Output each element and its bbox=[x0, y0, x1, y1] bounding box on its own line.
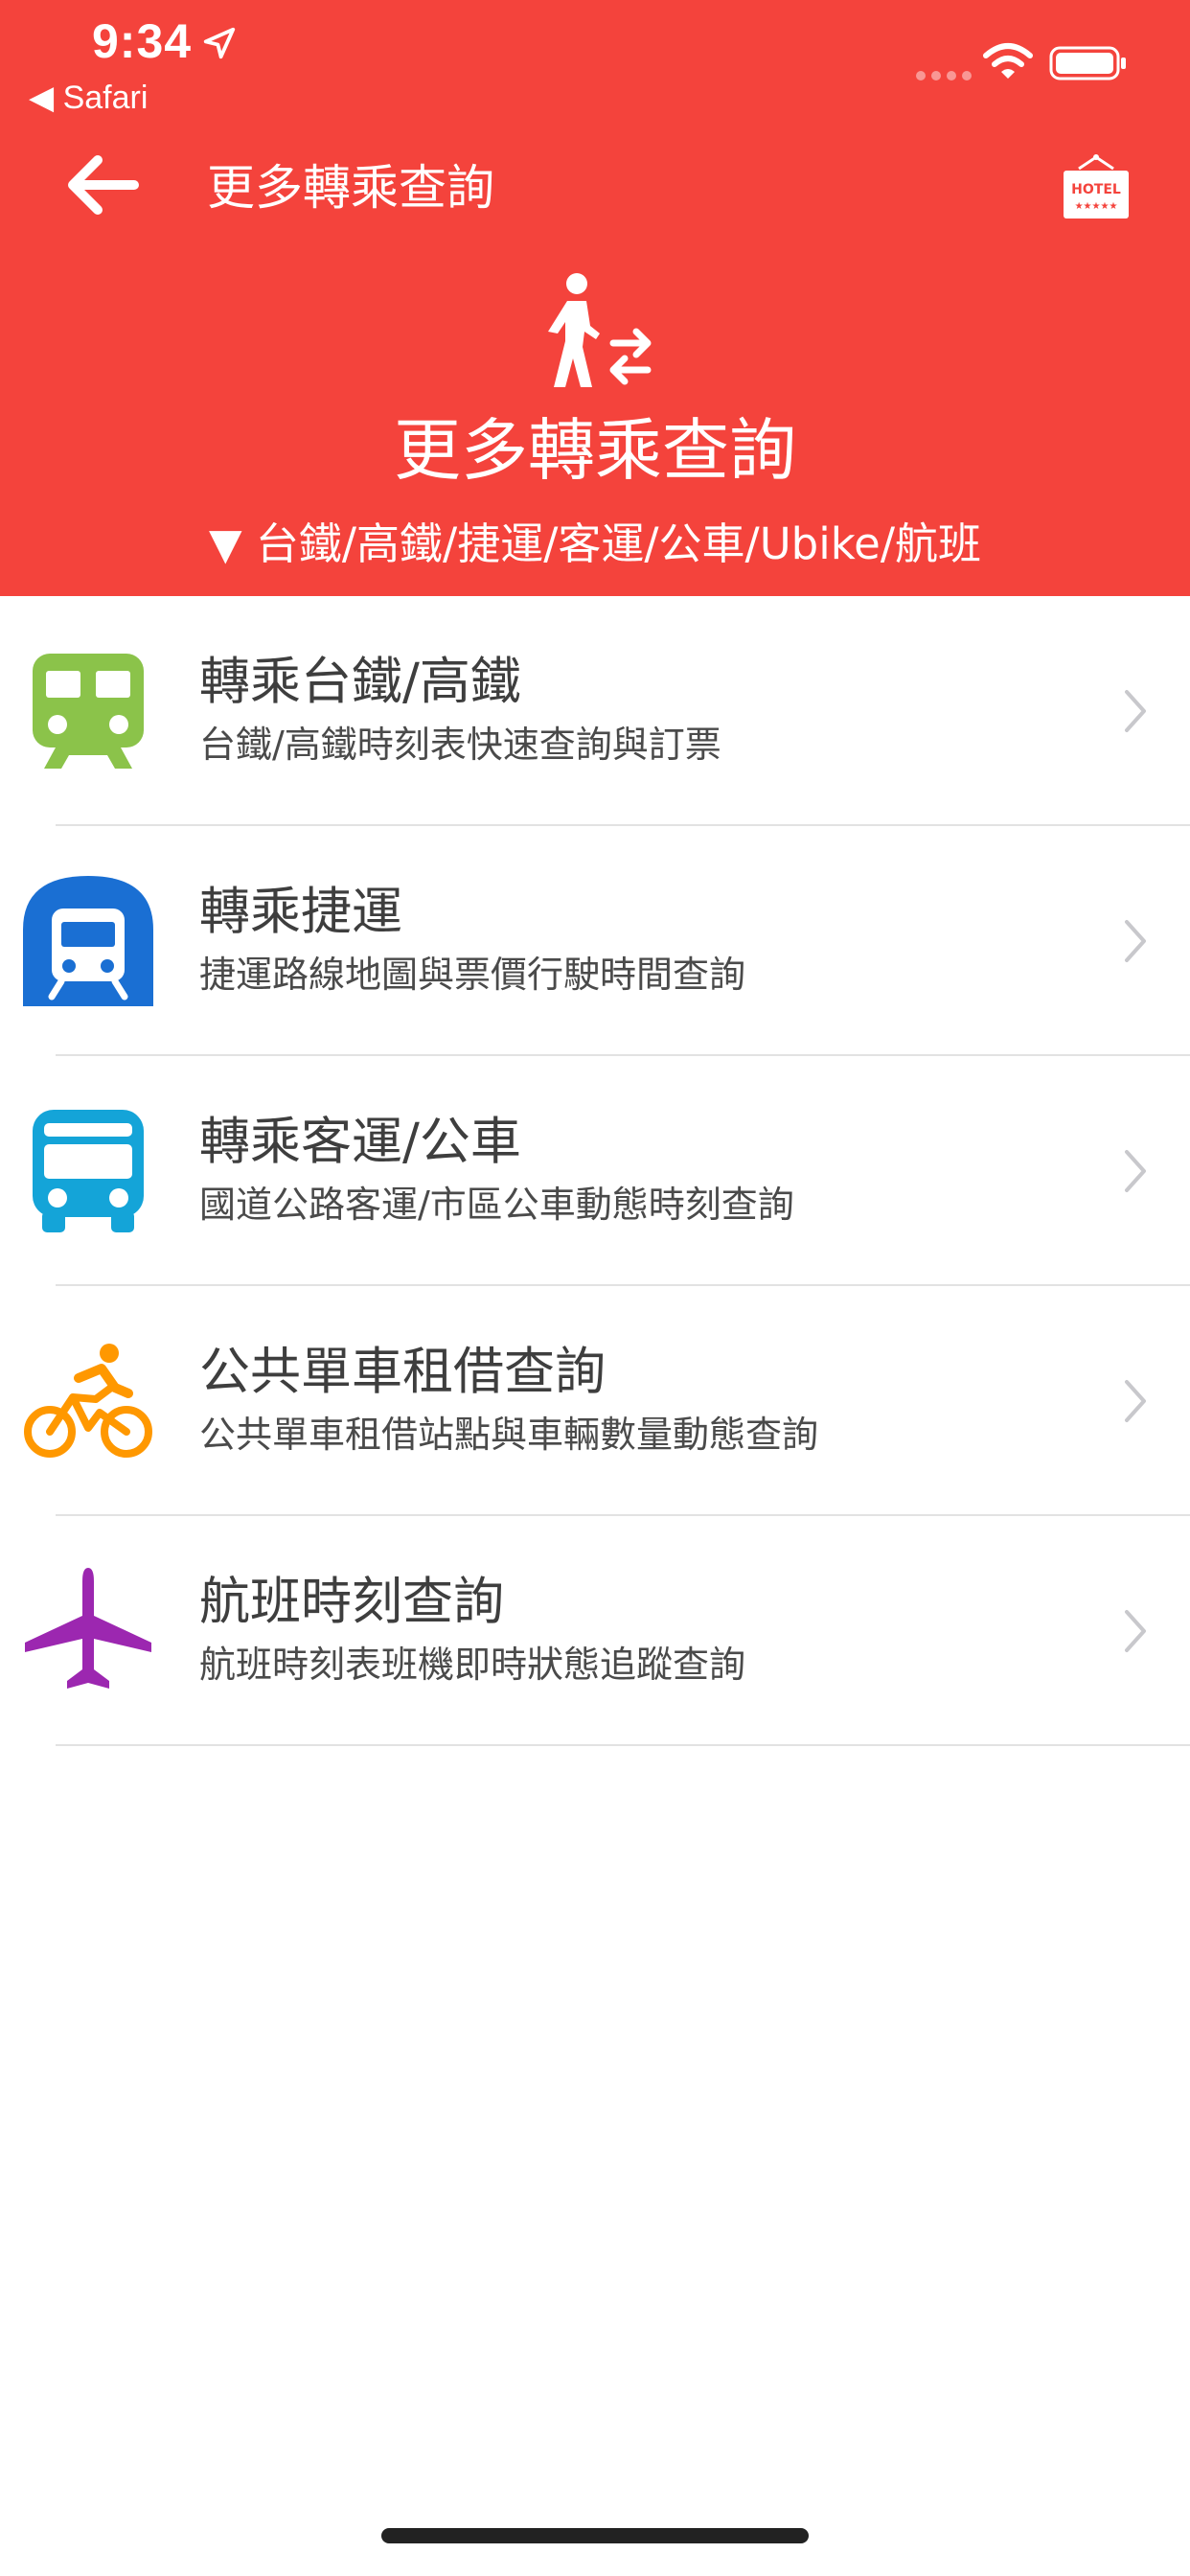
list-item-flight[interactable]: 航班時刻查詢 航班時刻表班機即時狀態追蹤查詢 bbox=[0, 1516, 1190, 1746]
hero-title: 更多轉乘查詢 bbox=[394, 411, 796, 490]
item-subtitle: 公共單車租借站點與車輛數量動態查詢 bbox=[199, 1414, 819, 1456]
transfer-options-list: 轉乘台鐵/高鐵 台鐵/高鐵時刻表快速查詢與訂票 轉乘捷運 捷運路線地圖與票價行駛… bbox=[0, 596, 1190, 1746]
chevron-right-icon bbox=[1125, 690, 1146, 732]
hero-subtitle: ▼ 台鐵/高鐵/捷運/客運/公車/Ubike/航班 bbox=[208, 518, 982, 569]
screen: 9:34 ◀ Safari 更多轉乘查詢 HOTEL ★★★★★ 更多轉乘查詢 … bbox=[0, 0, 1190, 2576]
cellular-signal-icon bbox=[916, 71, 972, 80]
status-time: 9:34 bbox=[92, 14, 193, 68]
item-title: 公共單車租借查詢 bbox=[199, 1343, 606, 1401]
item-subtitle: 捷運路線地圖與票價行駛時間查詢 bbox=[199, 954, 746, 996]
chevron-right-icon bbox=[1125, 1610, 1146, 1652]
hotel-icon[interactable]: HOTEL ★★★★★ bbox=[1060, 151, 1133, 224]
list-item-bus[interactable]: 轉乘客運/公車 國道公路客運/市區公車動態時刻查詢 bbox=[0, 1056, 1190, 1286]
divider bbox=[56, 1744, 1190, 1746]
chevron-right-icon bbox=[1125, 1150, 1146, 1192]
train-icon bbox=[33, 654, 144, 769]
bicycle-icon bbox=[24, 1344, 152, 1458]
bus-icon bbox=[33, 1110, 144, 1232]
item-title: 轉乘台鐵/高鐵 bbox=[199, 653, 521, 711]
airplane-icon bbox=[25, 1568, 151, 1689]
chevron-right-icon bbox=[1125, 920, 1146, 962]
nav-title: 更多轉乘查詢 bbox=[207, 160, 494, 216]
item-title: 轉乘客運/公車 bbox=[199, 1113, 521, 1171]
list-item-metro[interactable]: 轉乘捷運 捷運路線地圖與票價行駛時間查詢 bbox=[0, 826, 1190, 1056]
hotel-icon-text: HOTEL bbox=[1071, 182, 1121, 197]
list-item-bicycle[interactable]: 公共單車租借查詢 公共單車租借站點與車輛數量動態查詢 bbox=[0, 1286, 1190, 1516]
wifi-icon bbox=[983, 43, 1033, 79]
item-title: 轉乘捷運 bbox=[199, 883, 402, 941]
item-subtitle: 台鐵/高鐵時刻表快速查詢與訂票 bbox=[199, 724, 721, 766]
item-title: 航班時刻查詢 bbox=[199, 1573, 504, 1631]
metro-icon bbox=[23, 876, 153, 1006]
item-subtitle: 航班時刻表班機即時狀態追蹤查詢 bbox=[199, 1644, 746, 1686]
svg-text:★★★★★: ★★★★★ bbox=[1075, 201, 1118, 212]
walking-transfer-icon bbox=[548, 273, 652, 387]
chevron-right-icon bbox=[1125, 1380, 1146, 1422]
back-arrow-icon[interactable] bbox=[63, 153, 140, 217]
location-arrow-icon bbox=[203, 27, 236, 59]
battery-icon bbox=[1049, 46, 1126, 80]
item-subtitle: 國道公路客運/市區公車動態時刻查詢 bbox=[199, 1184, 794, 1226]
home-indicator[interactable] bbox=[381, 2528, 809, 2543]
back-to-safari-link[interactable]: ◀ Safari bbox=[29, 79, 148, 117]
header: 9:34 ◀ Safari 更多轉乘查詢 HOTEL ★★★★★ 更多轉乘查詢 … bbox=[0, 0, 1190, 596]
list-item-train[interactable]: 轉乘台鐵/高鐵 台鐵/高鐵時刻表快速查詢與訂票 bbox=[0, 596, 1190, 826]
